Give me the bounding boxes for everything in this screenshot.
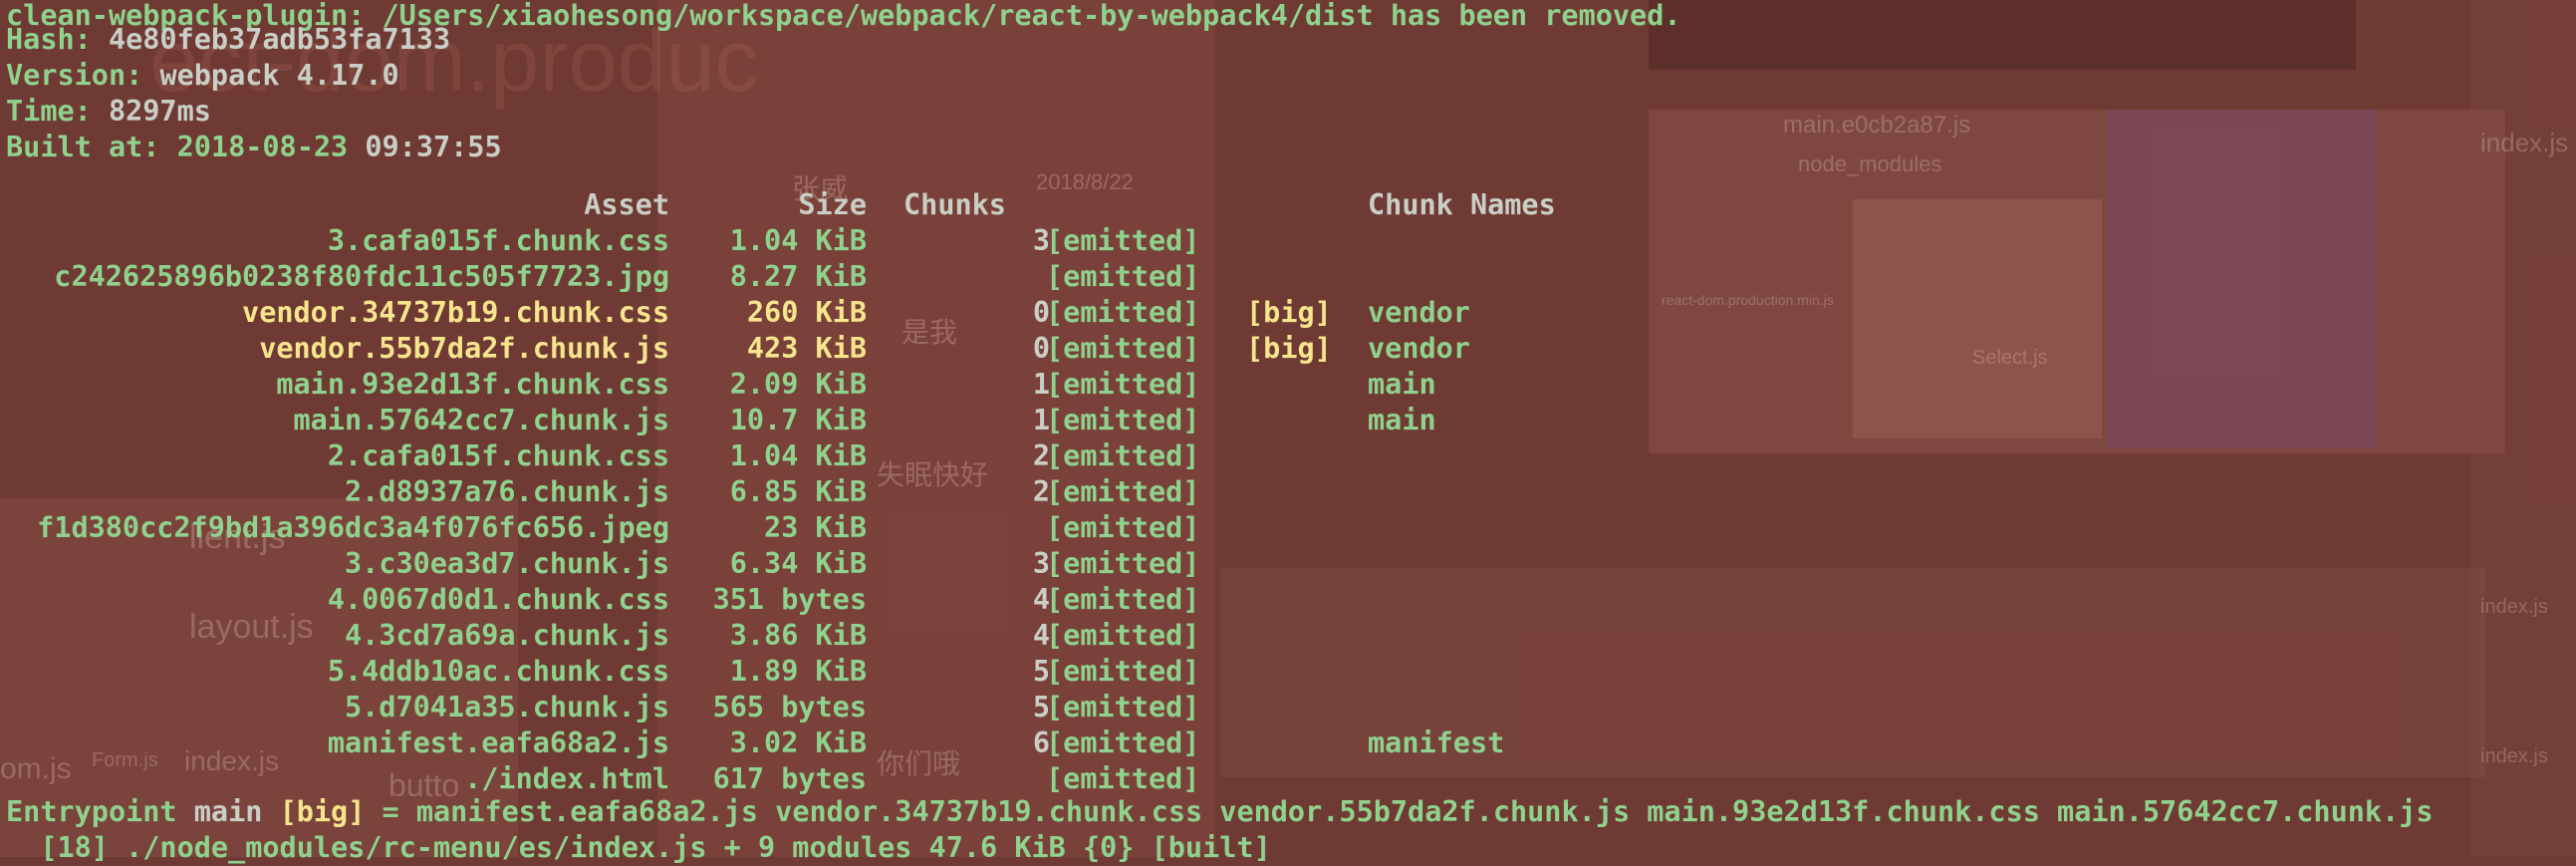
hash-label: Hash: xyxy=(6,23,109,56)
asset-size: 3.02 KiB xyxy=(729,726,867,759)
asset-row: 5.4ddb10ac.chunk.css 1.89 KiB 5 [emitted] xyxy=(0,654,2576,690)
asset-name: 5.4ddb10ac.chunk.css xyxy=(327,655,669,688)
entrypoint-files: = manifest.eafa68a2.js vendor.34737b19.c… xyxy=(382,795,2434,828)
asset-row: ./index.html 617 bytes [emitted] xyxy=(0,761,2576,797)
asset-status: [emitted] xyxy=(1046,368,1200,401)
asset-status: [emitted] xyxy=(1046,762,1200,795)
asset-name: 5.d7041a35.chunk.js xyxy=(344,691,669,723)
asset-size: 1.04 KiB xyxy=(729,439,867,472)
asset-name: vendor.55b7da2f.chunk.js xyxy=(259,332,669,365)
asset-status: [emitted] xyxy=(1046,475,1200,508)
time-label: Time: xyxy=(6,95,109,128)
asset-status: [emitted] xyxy=(1046,511,1200,544)
asset-name: 2.cafa015f.chunk.css xyxy=(327,439,669,472)
asset-size: 3.86 KiB xyxy=(729,619,867,652)
module-built-line: [18] ./node_modules/rc-menu/es/index.js … xyxy=(6,831,1271,864)
asset-size: 565 bytes xyxy=(712,691,867,723)
entrypoint-big-flag: [big] xyxy=(279,795,366,828)
asset-size: 8.27 KiB xyxy=(729,260,867,293)
asset-size: 6.34 KiB xyxy=(729,547,867,580)
asset-size: 6.85 KiB xyxy=(729,475,867,508)
asset-row: 3.cafa015f.chunk.css 1.04 KiB 3 [emitted] xyxy=(0,223,2576,259)
terminal-output: clean-webpack-plugin: /Users/xiaohesong/… xyxy=(0,0,2576,864)
time-line: Time: 8297ms xyxy=(6,94,211,130)
asset-size: 423 KiB xyxy=(746,332,867,365)
asset-big-flag: [big] xyxy=(1246,296,1332,329)
asset-status: [emitted] xyxy=(1046,655,1200,688)
asset-status: [emitted] xyxy=(1046,726,1200,759)
asset-status: [emitted] xyxy=(1046,691,1200,723)
entrypoint-name: main xyxy=(193,795,263,828)
asset-size: 351 bytes xyxy=(712,583,867,616)
time-value: 8297ms xyxy=(108,95,211,128)
asset-row: vendor.34737b19.chunk.css 260 KiB 0 [emitte… xyxy=(0,295,2576,331)
header-size: Size xyxy=(798,188,867,221)
hash-value: 4e80feb37adb53fa7133 xyxy=(108,23,451,56)
asset-row: main.93e2d13f.chunk.css 2.09 KiB 1 [emitted… xyxy=(0,367,2576,403)
entrypoint-label: Entrypoint xyxy=(6,795,194,828)
asset-size: 1.89 KiB xyxy=(729,655,867,688)
asset-status: [emitted] xyxy=(1046,439,1200,472)
asset-row: f1d380cc2f9bd1a396dc3a4f076fc656.jpeg 23 … xyxy=(0,510,2576,546)
asset-row: 3.c30ea3d7.chunk.js 6.34 KiB 3 [emitted] xyxy=(0,546,2576,582)
asset-status: [emitted] xyxy=(1046,260,1200,293)
asset-status: [emitted] xyxy=(1046,404,1200,436)
asset-chunk-name: vendor xyxy=(1368,296,1470,329)
asset-name: 4.3cd7a69a.chunk.js xyxy=(344,619,669,652)
version-label: Version: xyxy=(6,59,160,92)
version-value: webpack 4.17.0 xyxy=(159,59,399,92)
built-date: 2018-08-23 xyxy=(176,131,349,163)
asset-row: 2.cafa015f.chunk.css 1.04 KiB 2 [emitted] xyxy=(0,438,2576,474)
asset-name: main.57642cc7.chunk.js xyxy=(293,404,670,436)
asset-size: 10.7 KiB xyxy=(729,404,867,436)
asset-row: c242625896b0238f80fdc11c505f7723.jpg 8.27… xyxy=(0,259,2576,295)
asset-table-header: Asset Size Chunks Chunk Names xyxy=(0,187,2576,223)
asset-row: 4.3cd7a69a.chunk.js 3.86 KiB 4 [emitted] xyxy=(0,618,2576,654)
asset-row: 4.0067d0d1.chunk.css 351 bytes 4 [emitted] xyxy=(0,582,2576,618)
asset-status: [emitted] xyxy=(1046,224,1200,257)
asset-row: 2.d8937a76.chunk.js 6.85 KiB 2 [emitted] xyxy=(0,474,2576,510)
asset-chunk-name: main xyxy=(1368,404,1436,436)
asset-row: main.57642cc7.chunk.js 10.7 KiB 1 [emitted]… xyxy=(0,403,2576,438)
asset-name: 3.c30ea3d7.chunk.js xyxy=(344,547,669,580)
asset-chunk-name: vendor xyxy=(1368,332,1470,365)
built-time: 09:37:55 xyxy=(365,131,502,163)
version-line: Version: webpack 4.17.0 xyxy=(6,58,399,94)
asset-name: f1d380cc2f9bd1a396dc3a4f076fc656.jpeg xyxy=(37,511,669,544)
asset-status: [emitted] xyxy=(1046,619,1200,652)
asset-name: vendor.34737b19.chunk.css xyxy=(242,296,669,329)
entrypoint-line: Entrypoint main [big] = manifest.eafa68a… xyxy=(6,794,2434,830)
asset-name: ./index.html xyxy=(464,762,669,795)
asset-status: [emitted] xyxy=(1046,332,1200,365)
hash-line: Hash: 4e80feb37adb53fa7133 xyxy=(6,22,450,58)
asset-name: 4.0067d0d1.chunk.css xyxy=(327,583,669,616)
asset-row: vendor.55b7da2f.chunk.js 423 KiB 0 [emitted… xyxy=(0,331,2576,367)
asset-row: manifest.eafa68a2.js 3.02 KiB 6 [emitted] ma… xyxy=(0,725,2576,761)
asset-name: 3.cafa015f.chunk.css xyxy=(327,224,669,257)
built-at-line: Built at: 2018-08-23 09:37:55 xyxy=(6,130,502,165)
asset-size: 2.09 KiB xyxy=(729,368,867,401)
asset-status: [emitted] xyxy=(1046,296,1200,329)
asset-status: [emitted] xyxy=(1046,547,1200,580)
built-label: Built at: xyxy=(6,131,177,163)
asset-chunk-name: manifest xyxy=(1368,726,1505,759)
asset-size: 1.04 KiB xyxy=(729,224,867,257)
asset-chunk-name: main xyxy=(1368,368,1436,401)
asset-big-flag: [big] xyxy=(1246,332,1332,365)
header-chunk-names: Chunk Names xyxy=(1368,188,1556,221)
header-chunks: Chunks xyxy=(903,188,1006,221)
asset-name: manifest.eafa68a2.js xyxy=(327,726,669,759)
asset-row: 5.d7041a35.chunk.js 565 bytes 5 [emitted] xyxy=(0,690,2576,725)
asset-name: main.93e2d13f.chunk.css xyxy=(276,368,669,401)
header-asset: Asset xyxy=(584,188,669,221)
asset-size: 23 KiB xyxy=(764,511,867,544)
asset-status: [emitted] xyxy=(1046,583,1200,616)
asset-size: 617 bytes xyxy=(712,762,867,795)
asset-name: c242625896b0238f80fdc11c505f7723.jpg xyxy=(54,260,669,293)
asset-size: 260 KiB xyxy=(746,296,867,329)
asset-name: 2.d8937a76.chunk.js xyxy=(344,475,669,508)
